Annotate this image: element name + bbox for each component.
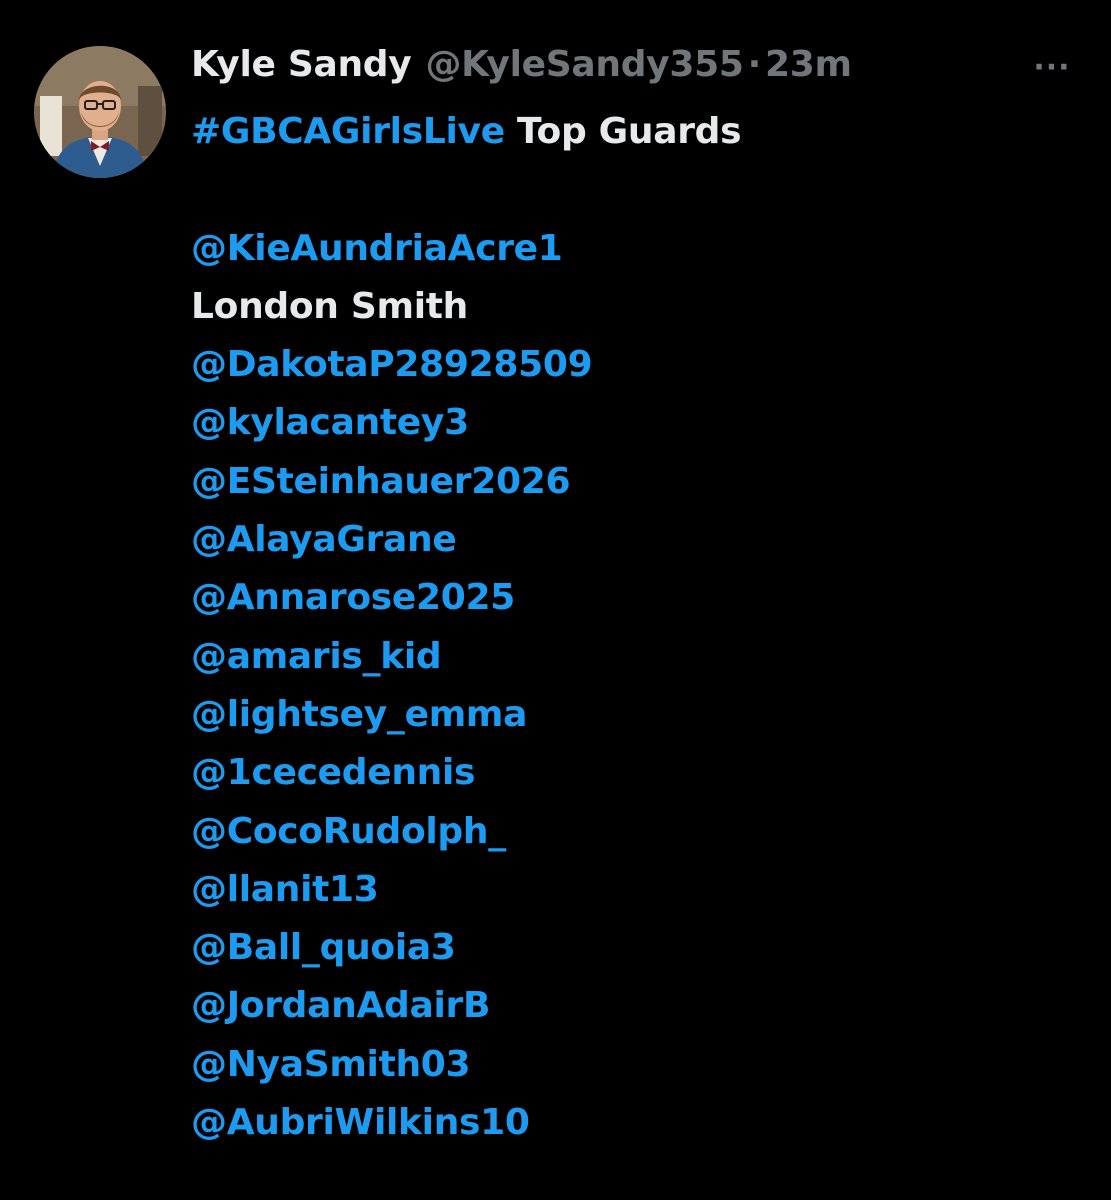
mention-link[interactable]: @llanit13 [191, 869, 379, 910]
tweet-line: @AlayaGrane [191, 511, 1071, 569]
tweet-line: @llanit13 [191, 861, 1071, 919]
author-handle[interactable]: @KyleSandy355 [425, 44, 743, 85]
mention-link[interactable]: @ESteinhauer2026 [191, 461, 571, 502]
mention-link[interactable]: @Annarose2025 [191, 577, 515, 618]
tweet-line: London Smith [191, 278, 1071, 336]
mention-link[interactable]: @CocoRudolph_ [191, 811, 506, 852]
mention-link[interactable]: @NyaSmith03 [191, 1044, 471, 1085]
avatar[interactable] [34, 46, 166, 178]
mention-link[interactable]: @amaris_kid [191, 636, 442, 677]
tweet-line: @kylacantey3 [191, 394, 1071, 452]
tweet-line: @DakotaP28928509 [191, 336, 1071, 394]
tweet-content: Kyle Sandy @KyleSandy355 · 23m #GBCAGirl… [191, 44, 1071, 1152]
mention-link[interactable]: @AubriWilkins10 [191, 1102, 530, 1143]
title-line: #GBCAGirlsLive Top Guards [191, 103, 1071, 161]
mention-link[interactable]: @KieAundriaAcre1 [191, 228, 563, 269]
mention-link[interactable]: @Ball_quoia3 [191, 927, 456, 968]
mention-link[interactable]: @lightsey_emma [191, 694, 527, 735]
tweet-line: @amaris_kid [191, 628, 1071, 686]
plain-text: London Smith [191, 285, 468, 327]
separator-dot: · [747, 44, 762, 85]
tweet: ··· Kyle Sandy @KyleSandy355 · 23m #GBCA… [0, 0, 1111, 1200]
timestamp[interactable]: 23m [765, 44, 852, 85]
mention-link[interactable]: @JordanAdairB [191, 985, 490, 1026]
tweet-header: Kyle Sandy @KyleSandy355 · 23m [191, 44, 1071, 94]
mention-link[interactable]: @DakotaP28928509 [191, 344, 593, 385]
title-text: Top Guards [504, 111, 742, 152]
tweet-line: @CocoRudolph_ [191, 803, 1071, 861]
tweet-line: @Annarose2025 [191, 569, 1071, 627]
mention-list: @KieAundriaAcre1 London Smith @DakotaP2892… [191, 220, 1071, 1153]
author-name[interactable]: Kyle Sandy [191, 44, 412, 85]
tweet-line: @JordanAdairB [191, 977, 1071, 1035]
tweet-line: @AubriWilkins10 [191, 1094, 1071, 1152]
tweet-text: #GBCAGirlsLive Top Guards @KieAundriaAcr… [191, 103, 1071, 1152]
tweet-line: @1cecedennis [191, 744, 1071, 802]
tweet-line: @NyaSmith03 [191, 1036, 1071, 1094]
tweet-line: @Ball_quoia3 [191, 919, 1071, 977]
tweet-line: @lightsey_emma [191, 686, 1071, 744]
tweet-line: @ESteinhauer2026 [191, 453, 1071, 511]
mention-link[interactable]: @1cecedennis [191, 752, 475, 793]
mention-link[interactable]: @AlayaGrane [191, 519, 457, 560]
mention-link[interactable]: @kylacantey3 [191, 402, 469, 443]
tweet-line: @KieAundriaAcre1 [191, 220, 1071, 278]
hashtag-link[interactable]: #GBCAGirlsLive [191, 111, 505, 152]
